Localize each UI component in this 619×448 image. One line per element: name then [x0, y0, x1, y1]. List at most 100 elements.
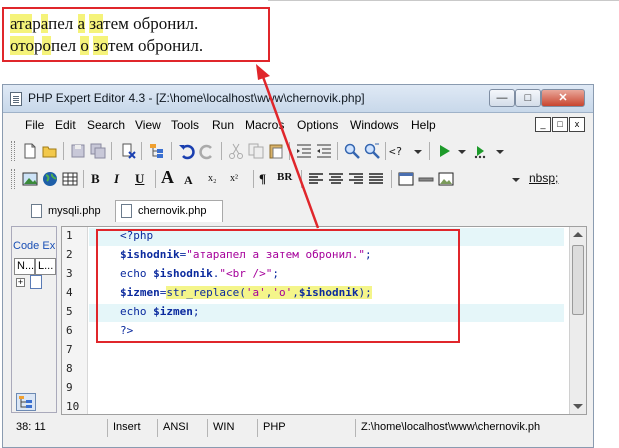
menu-tools[interactable]: Tools	[171, 118, 199, 132]
open-folder-icon[interactable]	[41, 142, 59, 160]
insert-table-icon[interactable]	[61, 170, 79, 188]
font-smaller-button[interactable]: A	[184, 173, 193, 188]
redo-icon[interactable]	[198, 142, 216, 160]
separator	[171, 142, 172, 160]
align-justify-icon[interactable]	[367, 170, 385, 188]
cut-icon[interactable]	[227, 142, 245, 160]
new-file-icon[interactable]	[21, 142, 39, 160]
save-all-icon[interactable]	[89, 142, 107, 160]
panel-tab-1[interactable]: N...	[14, 258, 35, 275]
insert-frame-icon[interactable]	[397, 170, 415, 188]
menu-windows[interactable]: Windows	[350, 118, 399, 132]
code-explorer-panel: Code Explorer N... L... +	[11, 226, 57, 413]
save-icon[interactable]	[69, 142, 87, 160]
run-dropdown-icon[interactable]	[453, 142, 471, 160]
find-icon[interactable]	[343, 142, 361, 160]
separator	[141, 142, 142, 160]
globe-icon[interactable]	[41, 170, 59, 188]
bold-button[interactable]: B	[91, 171, 100, 187]
nbsp-button[interactable]: nbsp;	[529, 171, 558, 185]
outdent-icon[interactable]	[315, 142, 333, 160]
highlight: о	[42, 36, 51, 55]
picture-icon[interactable]	[437, 170, 455, 188]
mdi-close-button[interactable]: x	[569, 117, 585, 132]
maximize-button[interactable]: □	[515, 89, 541, 107]
status-encoding: ANSI	[157, 419, 207, 437]
line-number: 9	[66, 381, 73, 394]
scroll-down-icon[interactable]	[573, 404, 583, 409]
mdi-minimize-button[interactable]: _	[535, 117, 551, 132]
separator	[385, 142, 386, 160]
indent-icon[interactable]	[295, 142, 313, 160]
align-left-icon[interactable]	[307, 170, 325, 188]
undo-icon[interactable]	[178, 142, 196, 160]
line-number-gutter: 1 2 3 4 5 6 7 8 9 10	[62, 227, 88, 414]
tab-mysqli[interactable]: mysqli.php	[25, 200, 113, 222]
menu-search[interactable]: Search	[87, 118, 125, 132]
mdi-restore-button[interactable]: □	[552, 117, 568, 132]
step-dropdown-icon[interactable]	[491, 142, 509, 160]
separator	[155, 170, 156, 188]
highlight: ото	[10, 36, 34, 55]
dropdown-arrow-icon[interactable]	[409, 142, 427, 160]
vertical-scrollbar[interactable]	[569, 227, 586, 414]
expand-icon[interactable]: +	[16, 278, 25, 287]
line-number: 2	[66, 248, 73, 261]
separator	[221, 142, 222, 160]
font-bigger-button[interactable]: A	[161, 167, 174, 188]
menu-view[interactable]: View	[135, 118, 161, 132]
scroll-thumb[interactable]	[572, 245, 584, 315]
paragraph-button[interactable]: ¶	[259, 171, 266, 187]
toolbar-grip[interactable]	[11, 169, 15, 189]
underline-button[interactable]: U	[135, 171, 144, 187]
highlight: за	[89, 14, 104, 33]
italic-button[interactable]: I	[114, 171, 119, 187]
text: р	[32, 14, 41, 33]
separator	[111, 142, 112, 160]
menu-edit[interactable]: Edit	[55, 118, 76, 132]
structure-icon[interactable]	[148, 142, 166, 160]
insert-image-icon[interactable]	[21, 170, 39, 188]
superscript-button[interactable]: x²	[230, 173, 238, 184]
line-break-button[interactable]: BR	[277, 171, 292, 183]
status-cursor-position: 38: 11	[16, 421, 46, 433]
paste-icon[interactable]	[267, 142, 285, 160]
tag-bracket-icon[interactable]: <?	[389, 142, 407, 160]
find-replace-icon[interactable]	[363, 142, 381, 160]
file-icon[interactable]	[30, 275, 42, 289]
structure-view-icon[interactable]	[16, 393, 36, 411]
document-icon	[31, 204, 42, 218]
close-button[interactable]: ✕	[541, 89, 585, 107]
tab-chernovik[interactable]: chernovik.php	[115, 200, 223, 222]
html-toolbar: B I U A A x₂ x² ¶ BR nbsp;	[11, 166, 587, 192]
minimize-button[interactable]: —	[489, 89, 515, 107]
menu-file[interactable]: File	[25, 118, 44, 132]
menu-run[interactable]: Run	[212, 118, 234, 132]
status-mode: Insert	[107, 419, 157, 437]
scroll-up-icon[interactable]	[573, 232, 583, 237]
horizontal-rule-icon[interactable]	[417, 170, 435, 188]
run-icon[interactable]	[435, 142, 453, 160]
separator	[289, 142, 290, 160]
separator	[63, 142, 64, 160]
menu-options[interactable]: Options	[297, 118, 338, 132]
highlight: о	[80, 36, 89, 55]
separator	[429, 142, 430, 160]
menu-macros[interactable]: Macros	[245, 118, 284, 132]
close-file-icon[interactable]	[119, 142, 137, 160]
step-icon[interactable]	[473, 142, 491, 160]
title-bar[interactable]: PHP Expert Editor 4.3 - [Z:\home\localho…	[3, 85, 593, 113]
align-right-icon[interactable]	[347, 170, 365, 188]
app-icon	[10, 92, 22, 106]
separator	[253, 170, 254, 188]
highlight: ата	[10, 14, 33, 33]
subscript-button[interactable]: x₂	[208, 173, 217, 184]
page-divider	[268, 0, 619, 1]
copy-icon[interactable]	[247, 142, 265, 160]
line-number: 3	[66, 267, 73, 280]
toolbar-grip[interactable]	[11, 141, 15, 161]
align-center-icon[interactable]	[327, 170, 345, 188]
panel-tab-2[interactable]: L...	[35, 258, 56, 275]
menu-help[interactable]: Help	[411, 118, 436, 132]
dropdown-arrow-icon[interactable]	[507, 170, 525, 188]
